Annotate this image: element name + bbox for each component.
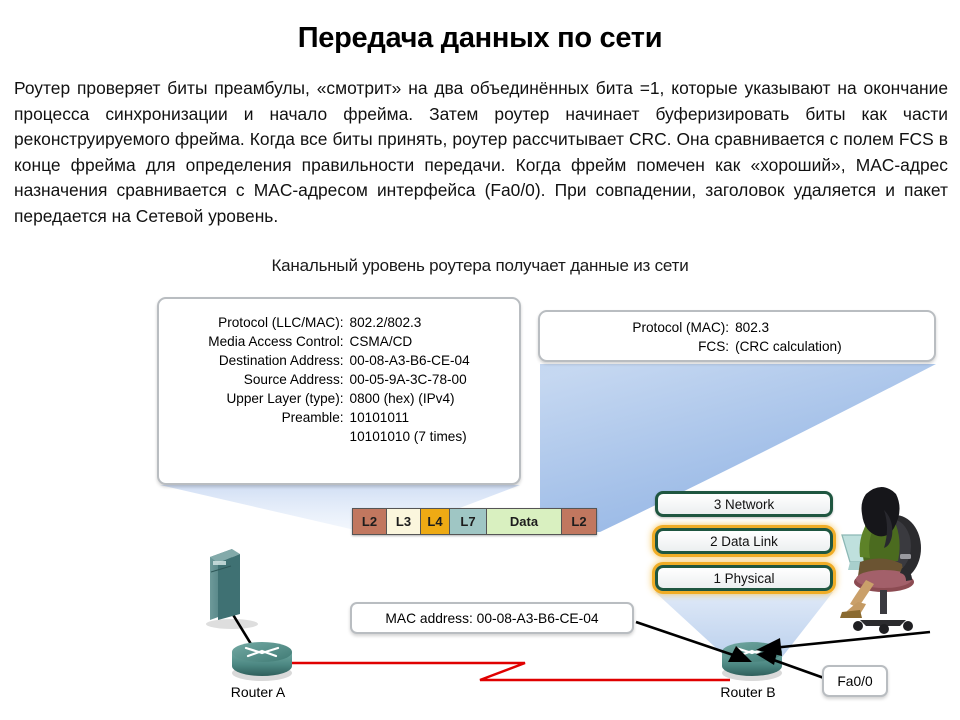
table-row: 10101010 (7 times) [208,427,469,446]
body-paragraph: Роутер проверяет биты преамбулы, «смотри… [14,78,948,226]
table-row: Protocol (MAC): 802.3 [632,318,841,337]
table-row: Media Access Control: CSMA/CD [208,332,469,351]
osi-layer-physical[interactable]: 1 Physical [655,565,833,591]
field-value: 00-08-A3-B6-CE-04 [349,353,470,368]
field-key: Protocol (MAC): [632,320,730,335]
field-key: FCS: [698,339,730,354]
table-row: Source Address: 00-05-9A-3C-78-00 [208,370,469,389]
frame-header-details-box: Protocol (LLC/MAC): 802.2/802.3 Media Ac… [157,297,521,485]
frame-trailer-details-box: Protocol (MAC): 802.3 FCS: (CRC calculat… [538,310,936,362]
router-a-icon [232,642,292,681]
field-value: 802.2/802.3 [349,315,422,330]
diagram-caption: Канальный уровень роутера получает данны… [271,256,689,275]
field-key: Protocol (LLC/MAC): [218,315,344,330]
mac-address-callout: MAC address: 00-08-A3-B6-CE-04 [350,602,634,634]
osi-layer-label: 2 Data Link [710,533,778,549]
mac-address-pointer-arrow [635,620,752,662]
osi-layer-label: 3 Network [713,496,775,512]
field-key: Upper Layer (type): [226,391,344,406]
osi-layer-label: 1 Physical [713,570,775,586]
field-value: 802.3 [735,320,770,335]
workstation-user-illustration [840,487,921,634]
table-row: FCS: (CRC calculation) [632,337,841,356]
field-value: 00-05-9A-3C-78-00 [349,372,467,387]
osi-layer-data-link[interactable]: 2 Data Link [655,528,833,554]
field-key: Source Address: [243,372,344,387]
field-value: 0800 (hex) (IPv4) [349,391,455,406]
field-value: (CRC calculation) [735,339,842,354]
router-b-label: Router B [720,684,776,700]
table-row: Protocol (LLC/MAC): 802.2/802.3 [208,313,469,332]
field-key [208,427,349,446]
frame-segment-l7: L7 [450,509,487,534]
interface-callout: Fa0/0 [822,665,888,697]
frame-segment-data: Data [487,509,562,534]
frame-segment-l4: L4 [421,509,450,534]
mac-address-label: MAC address: 00-08-A3-B6-CE-04 [385,610,599,626]
frame-segment-l2-header: L2 [353,509,387,534]
serial-link-red [278,661,730,682]
frame-segment-l3: L3 [387,509,421,534]
network-diagram: Protocol (LLC/MAC): 802.2/802.3 Media Ac… [0,280,960,720]
pdu-frame-bar: L2 L3 L4 L7 Data L2 [352,508,597,535]
frame-segment-l2-trailer: L2 [562,509,596,534]
host-pointer-arrow [756,630,931,656]
field-key: Media Access Control: [208,334,344,349]
server-icon [206,549,258,629]
osi-layer-network[interactable]: 3 Network [655,491,833,517]
field-value: 10101011 [349,410,410,425]
frame-header-rows: Protocol (LLC/MAC): 802.2/802.3 Media Ac… [208,313,469,446]
frame-trailer-rows: Protocol (MAC): 802.3 FCS: (CRC calculat… [632,318,841,356]
field-value: CSMA/CD [349,334,413,349]
table-row: Upper Layer (type): 0800 (hex) (IPv4) [208,389,469,408]
table-row: Preamble: 10101011 [208,408,469,427]
field-key: Preamble: [281,410,344,425]
table-row: Destination Address: 00-08-A3-B6-CE-04 [208,351,470,370]
router-a-label: Router A [230,684,286,700]
field-value: 10101010 (7 times) [349,429,467,444]
field-key: Destination Address: [218,353,344,368]
page-title: Передача данных по сети [297,22,663,54]
interface-label: Fa0/0 [837,673,873,689]
